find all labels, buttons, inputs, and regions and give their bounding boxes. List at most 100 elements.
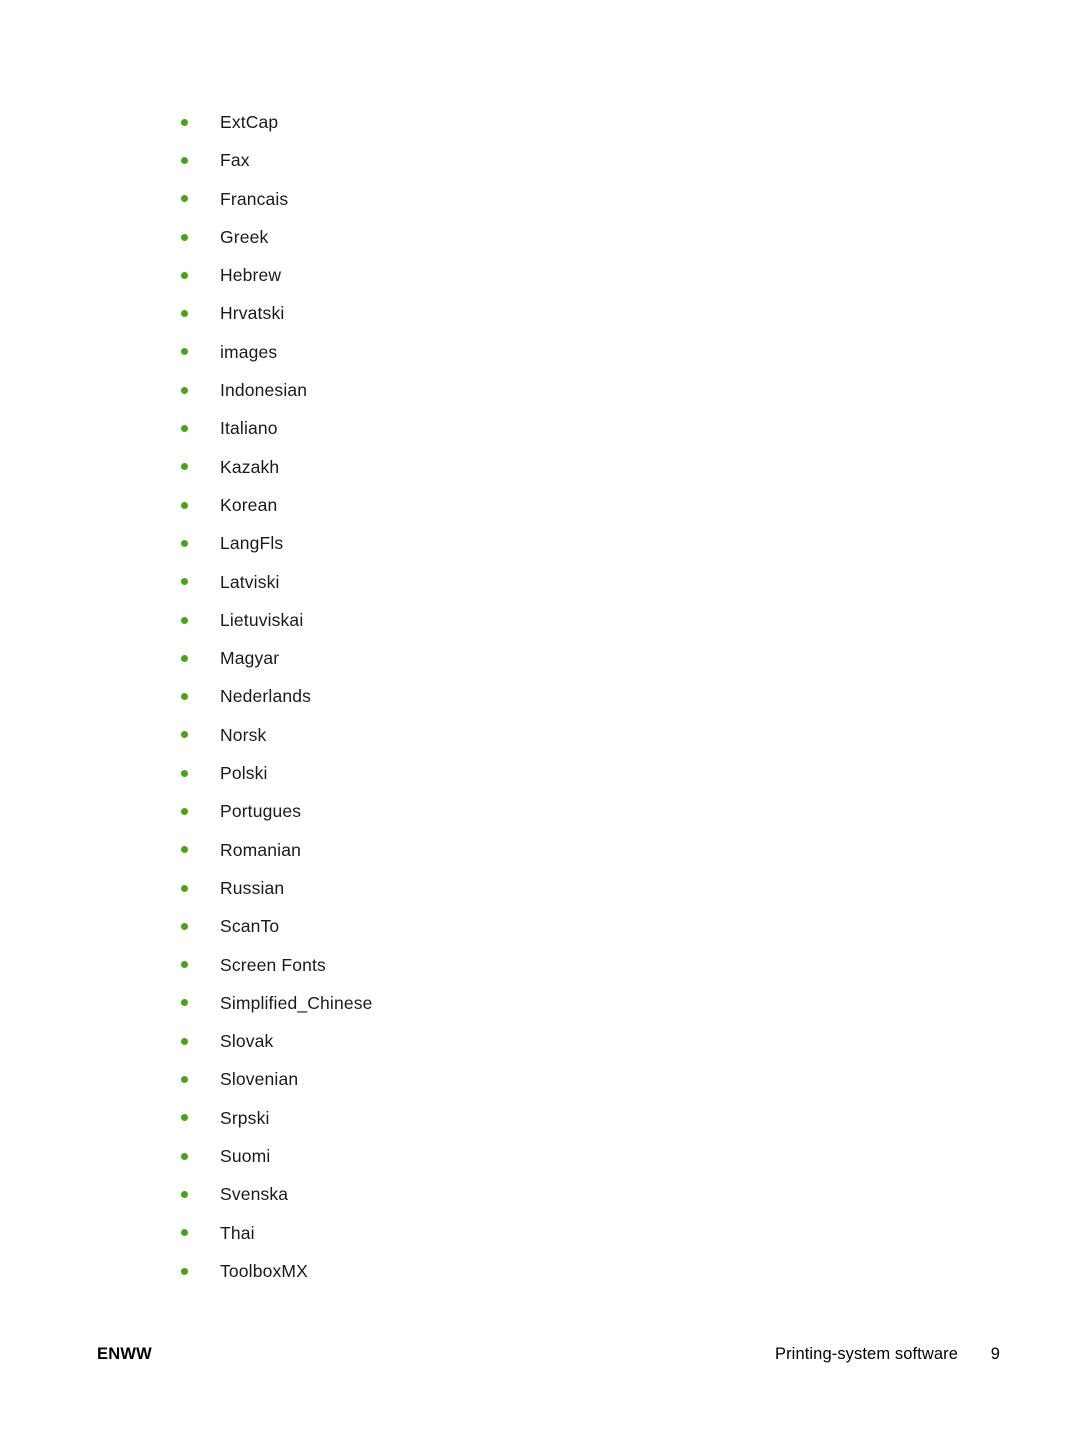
list-item-label: Norsk bbox=[220, 724, 267, 745]
list-item: Slovak bbox=[0, 1022, 1080, 1060]
bullet-dot-icon bbox=[181, 386, 188, 394]
list-item: Screen Fonts bbox=[0, 946, 1080, 984]
bullet-dot-icon bbox=[181, 807, 188, 815]
list-item: Suomi bbox=[0, 1137, 1080, 1175]
bullet-dot-icon bbox=[181, 961, 188, 969]
list-item: Latviski bbox=[0, 563, 1080, 601]
document-page: ExtCap Fax Francais Greek Hebrew Hrvatski imag… bbox=[0, 0, 1080, 1437]
list-item-label: Thai bbox=[220, 1222, 255, 1243]
list-item: Svenska bbox=[0, 1175, 1080, 1213]
list-item: Greek bbox=[0, 218, 1080, 256]
bullet-dot-icon bbox=[181, 1267, 188, 1275]
list-item-label: Simplified_Chinese bbox=[220, 992, 373, 1013]
list-item: Norsk bbox=[0, 716, 1080, 754]
list-item: images bbox=[0, 333, 1080, 371]
bullet-dot-icon bbox=[181, 539, 188, 547]
list-item-label: Greek bbox=[220, 226, 269, 247]
bullet-dot-icon bbox=[181, 156, 188, 164]
list-item-label: Lietuviskai bbox=[220, 609, 304, 630]
page-footer: ENWW Printing-system software 9 bbox=[0, 1345, 1080, 1379]
list-item: ExtCap bbox=[0, 103, 1080, 141]
footer-right-group: Printing-system software 9 bbox=[775, 1345, 1000, 1364]
list-item: Simplified_Chinese bbox=[0, 984, 1080, 1022]
bullet-dot-icon bbox=[181, 425, 188, 433]
bullet-dot-icon bbox=[181, 195, 188, 203]
list-item-label: Hebrew bbox=[220, 265, 282, 286]
list-item-label: ToolboxMX bbox=[220, 1260, 308, 1281]
list-item-label: Francais bbox=[220, 188, 289, 209]
bullet-dot-icon bbox=[181, 233, 188, 241]
list-item-label: Portugues bbox=[220, 801, 302, 822]
list-item: Russian bbox=[0, 869, 1080, 907]
list-item-label: Fax bbox=[220, 150, 250, 171]
list-item: Polski bbox=[0, 754, 1080, 792]
list-item-label: ScanTo bbox=[220, 916, 280, 937]
bullet-dot-icon bbox=[181, 1190, 188, 1198]
bullet-dot-icon bbox=[181, 999, 188, 1007]
list-item-label: Italiano bbox=[220, 418, 278, 439]
list-item: Hebrew bbox=[0, 256, 1080, 294]
list-item: Romanian bbox=[0, 831, 1080, 869]
list-item-label: Korean bbox=[220, 494, 278, 515]
software-component-list: ExtCap Fax Francais Greek Hebrew Hrvatski imag… bbox=[0, 103, 1080, 1290]
list-item: Italiano bbox=[0, 409, 1080, 447]
bullet-dot-icon bbox=[181, 578, 188, 586]
list-item: Francais bbox=[0, 180, 1080, 218]
bullet-dot-icon bbox=[181, 884, 188, 892]
list-item-label: Latviski bbox=[220, 571, 280, 592]
list-item: Fax bbox=[0, 141, 1080, 179]
bullet-dot-icon bbox=[181, 1152, 188, 1160]
bullet-dot-icon bbox=[181, 769, 188, 777]
list-item: Lietuviskai bbox=[0, 601, 1080, 639]
list-item-label: Slovenian bbox=[220, 1069, 299, 1090]
page-content: ExtCap Fax Francais Greek Hebrew Hrvatski imag… bbox=[0, 103, 1080, 1290]
bullet-dot-icon bbox=[181, 1037, 188, 1045]
list-item: Srpski bbox=[0, 1099, 1080, 1137]
bullet-dot-icon bbox=[181, 616, 188, 624]
bullet-dot-icon bbox=[181, 118, 188, 126]
list-item-label: Romanian bbox=[220, 839, 301, 860]
list-item-label: Suomi bbox=[220, 1146, 271, 1167]
bullet-dot-icon bbox=[181, 463, 188, 471]
footer-page-number: 9 bbox=[990, 1345, 1000, 1363]
bullet-dot-icon bbox=[181, 654, 188, 662]
bullet-dot-icon bbox=[181, 1076, 188, 1084]
bullet-dot-icon bbox=[181, 846, 188, 854]
footer-locale-label: ENWW bbox=[97, 1345, 152, 1363]
list-item: Thai bbox=[0, 1214, 1080, 1252]
list-item-label: Kazakh bbox=[220, 456, 280, 477]
list-item: Slovenian bbox=[0, 1060, 1080, 1098]
list-item: ToolboxMX bbox=[0, 1252, 1080, 1290]
list-item-label: Screen Fonts bbox=[220, 954, 326, 975]
list-item: LangFls bbox=[0, 524, 1080, 562]
bullet-dot-icon bbox=[181, 271, 188, 279]
bullet-dot-icon bbox=[181, 310, 188, 318]
list-item: Korean bbox=[0, 486, 1080, 524]
list-item: Portugues bbox=[0, 792, 1080, 830]
bullet-dot-icon bbox=[181, 922, 188, 930]
list-item-label: Indonesian bbox=[220, 380, 308, 401]
list-item-label: Magyar bbox=[220, 648, 280, 669]
list-item-label: Russian bbox=[220, 877, 285, 898]
footer-section-title: Printing-system software bbox=[774, 1345, 959, 1363]
list-item-label: Svenska bbox=[220, 1184, 289, 1205]
list-item: Indonesian bbox=[0, 371, 1080, 409]
list-item-label: ExtCap bbox=[220, 112, 279, 132]
bullet-dot-icon bbox=[181, 1114, 188, 1122]
bullet-dot-icon bbox=[181, 693, 188, 701]
list-item-label: Srpski bbox=[220, 1107, 270, 1128]
list-item: ScanTo bbox=[0, 907, 1080, 945]
list-item: Nederlands bbox=[0, 677, 1080, 715]
bullet-dot-icon bbox=[181, 1229, 188, 1237]
list-item-label: Hrvatski bbox=[220, 303, 285, 324]
list-item-label: images bbox=[220, 341, 278, 362]
list-item-label: Slovak bbox=[220, 1031, 274, 1052]
list-item-label: Polski bbox=[220, 763, 268, 784]
list-item: Kazakh bbox=[0, 448, 1080, 486]
list-item-label: Nederlands bbox=[220, 686, 311, 707]
list-item: Magyar bbox=[0, 639, 1080, 677]
bullet-dot-icon bbox=[181, 348, 188, 356]
list-item-label: LangFls bbox=[220, 533, 284, 554]
bullet-dot-icon bbox=[181, 501, 188, 509]
bullet-dot-icon bbox=[181, 731, 188, 739]
